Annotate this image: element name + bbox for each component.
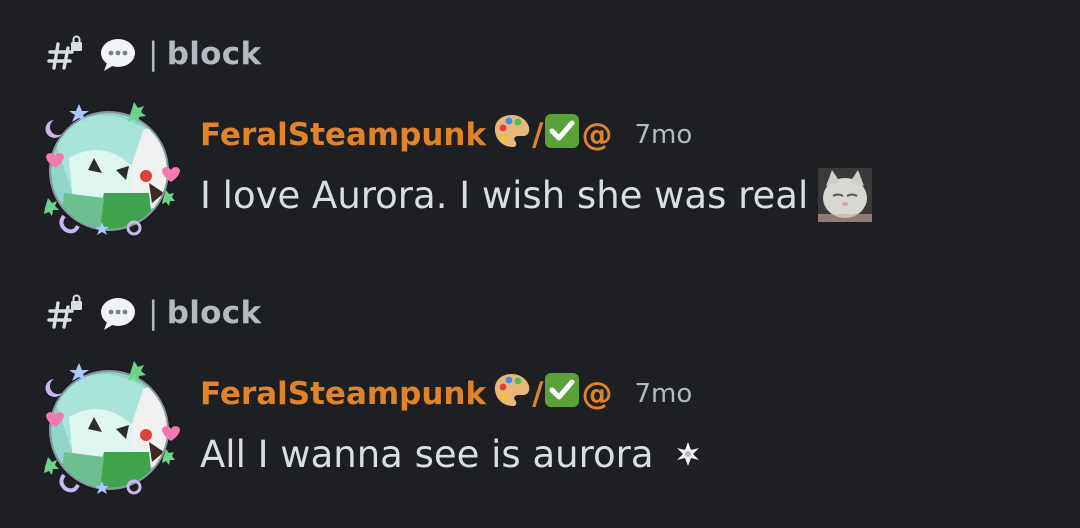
channel-separator: |: [148, 36, 159, 72]
message-content: I love Aurora. I wish she was real: [200, 173, 809, 217]
user-tag[interactable]: / @: [492, 370, 612, 418]
username[interactable]: FeralSteampunk: [200, 376, 486, 412]
tag-slash: /: [532, 376, 544, 412]
check-mark-icon: [543, 371, 581, 417]
username[interactable]: FeralSteampunk: [200, 117, 486, 153]
message-header: FeralSteampunk / @ 7mo: [200, 110, 1080, 160]
user-tag[interactable]: / @: [492, 111, 612, 159]
timestamp: 7mo: [634, 120, 693, 150]
tag-at: @: [581, 117, 613, 153]
locked-hash-icon: [46, 293, 86, 333]
message-header: FeralSteampunk / @ 7mo: [200, 369, 1080, 419]
message-group: | block: [0, 259, 1080, 519]
speech-bubble-icon: [98, 34, 138, 74]
cat-face-emoji: [818, 168, 873, 222]
channel-reference[interactable]: | block: [46, 32, 261, 76]
message-body: All I wanna see is aurora: [200, 427, 1080, 481]
avatar[interactable]: [34, 357, 180, 503]
message-group: | block: [0, 0, 1080, 260]
check-mark-icon: [543, 112, 581, 158]
avatar[interactable]: [34, 98, 180, 244]
message-content: All I wanna see is aurora: [200, 432, 654, 476]
channel-name: block: [166, 36, 262, 72]
channel-separator: |: [148, 295, 159, 331]
message-body: I love Aurora. I wish she was real: [200, 168, 1080, 222]
locked-hash-icon: [46, 34, 86, 74]
sparkle-emoji: [674, 440, 702, 468]
channel-name: block: [166, 295, 262, 331]
palette-icon: [492, 111, 532, 159]
palette-icon: [492, 370, 532, 418]
channel-reference[interactable]: | block: [46, 291, 261, 335]
timestamp: 7mo: [634, 379, 693, 409]
message: FeralSteampunk /: [200, 110, 1080, 222]
message: FeralSteampunk /: [200, 369, 1080, 481]
tag-at: @: [581, 376, 613, 412]
tag-slash: /: [532, 117, 544, 153]
speech-bubble-icon: [98, 293, 138, 333]
